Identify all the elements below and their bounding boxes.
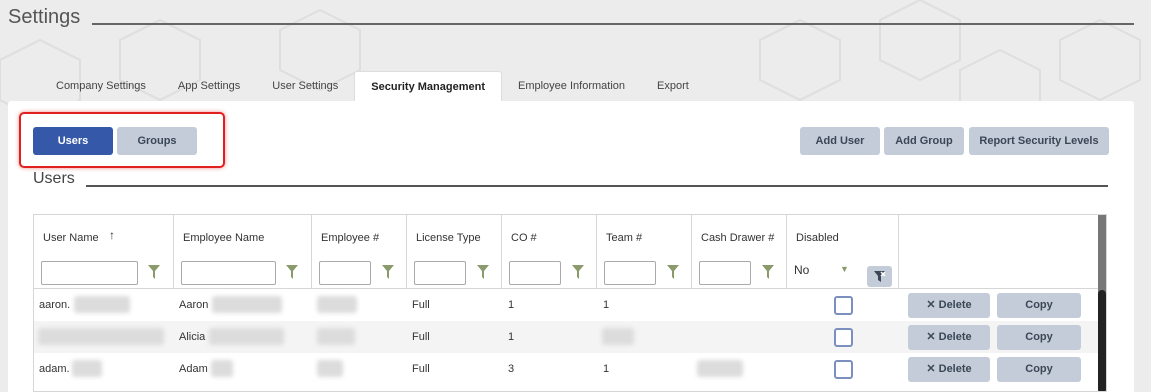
close-icon: ✕ — [926, 331, 939, 343]
disabled-checkbox[interactable] — [834, 360, 853, 379]
delete-label: Delete — [938, 363, 972, 375]
filter-icon[interactable] — [572, 265, 584, 279]
column-header-user-name[interactable]: User Name ↑ — [34, 215, 174, 288]
tab-company-settings[interactable]: Company Settings — [40, 71, 162, 102]
redacted-text — [74, 296, 130, 313]
column-label: Team # — [606, 232, 643, 244]
disabled-filter-select[interactable]: No — [794, 263, 809, 277]
disabled-checkbox[interactable] — [834, 328, 853, 347]
settings-tabs: Company Settings App Settings User Setti… — [40, 71, 705, 102]
user-name-cell: adam. — [39, 363, 70, 375]
delete-label: Delete — [938, 331, 972, 343]
filter-icon[interactable] — [667, 265, 679, 279]
employee-number-filter-input[interactable] — [319, 261, 371, 285]
close-icon: ✕ — [926, 363, 939, 375]
grid-scrollbar-thumb[interactable] — [1098, 290, 1106, 391]
filter-icon[interactable] — [148, 265, 160, 279]
cash-drawer-filter-input[interactable] — [699, 261, 751, 285]
redacted-text — [209, 328, 284, 345]
disabled-checkbox[interactable] — [834, 296, 853, 315]
copy-button[interactable]: Copy — [997, 357, 1081, 382]
redacted-text — [317, 360, 343, 377]
tab-employee-information[interactable]: Employee Information — [502, 71, 641, 102]
sort-ascending-icon[interactable]: ↑ — [109, 228, 115, 242]
column-header-cash-drawer[interactable]: Cash Drawer # — [692, 215, 787, 288]
column-header-co-number[interactable]: CO # — [502, 215, 597, 288]
column-label: User Name — [43, 232, 99, 244]
column-label: Disabled — [796, 232, 839, 244]
column-header-actions — [899, 215, 1100, 288]
table-row[interactable]: Alicia Full 1 ✕ Delete Copy — [34, 321, 1100, 353]
delete-button[interactable]: ✕ Delete — [908, 293, 990, 318]
copy-button[interactable]: Copy — [997, 325, 1081, 350]
delete-button[interactable]: ✕ Delete — [908, 325, 990, 350]
title-divider — [92, 23, 1134, 25]
section-title: Users — [33, 170, 75, 187]
table-row[interactable]: aaron. Aaron Full 1 1 ✕ Delete Copy — [34, 289, 1100, 321]
license-type-filter-input[interactable] — [414, 261, 466, 285]
column-header-employee-number[interactable]: Employee # — [312, 215, 407, 288]
co-number-filter-input[interactable] — [509, 261, 561, 285]
report-security-levels-button[interactable]: Report Security Levels — [969, 127, 1109, 155]
filter-icon[interactable] — [477, 265, 489, 279]
employee-name-cell: Adam — [179, 363, 208, 375]
team-number-filter-input[interactable] — [604, 261, 656, 285]
redacted-text — [697, 360, 743, 377]
users-grid: User Name ↑ Employee Name Employee # Lic… — [33, 214, 1107, 392]
column-header-employee-name[interactable]: Employee Name — [174, 215, 312, 288]
delete-button[interactable]: ✕ Delete — [908, 357, 990, 382]
column-label: CO # — [511, 232, 537, 244]
page-title: Settings — [8, 6, 81, 28]
column-label: Employee # — [321, 232, 380, 244]
column-header-license-type[interactable]: License Type — [407, 215, 502, 288]
section-divider — [86, 185, 1108, 187]
team-number-cell: 1 — [603, 363, 610, 375]
redacted-text — [211, 360, 233, 377]
license-cell: Full — [412, 363, 430, 375]
employee-name-cell: Alicia — [179, 331, 206, 343]
column-label: Cash Drawer # — [701, 232, 775, 244]
tab-export[interactable]: Export — [641, 71, 705, 102]
column-header-team-number[interactable]: Team # — [597, 215, 692, 288]
table-row[interactable]: adam. Adam Full 3 1 ✕ Delete Copy — [34, 353, 1100, 385]
users-toggle-button[interactable]: Users — [33, 127, 113, 155]
add-user-button[interactable]: Add User — [800, 127, 880, 155]
column-label: License Type — [416, 232, 481, 244]
close-icon: ✕ — [926, 299, 939, 311]
redacted-text — [602, 328, 634, 345]
filter-icon[interactable] — [762, 265, 774, 279]
tab-app-settings[interactable]: App Settings — [162, 71, 256, 102]
employee-name-cell: Aaron — [179, 299, 209, 311]
license-cell: Full — [412, 331, 430, 343]
co-number-cell: 1 — [508, 331, 515, 343]
redacted-text — [317, 296, 357, 313]
redacted-text — [317, 328, 355, 345]
user-name-cell: aaron. — [39, 299, 71, 311]
redacted-text — [38, 328, 164, 345]
tab-security-management[interactable]: Security Management — [354, 71, 502, 102]
column-label: Employee Name — [183, 232, 265, 244]
dropdown-arrow-icon[interactable]: ▼ — [840, 264, 849, 274]
column-header-disabled[interactable]: Disabled No ▼ — [787, 215, 899, 288]
redacted-text — [212, 296, 282, 313]
redacted-text — [72, 360, 102, 377]
license-cell: Full — [412, 299, 430, 311]
clear-filter-button[interactable] — [867, 266, 892, 287]
filter-icon[interactable] — [382, 265, 394, 279]
user-name-filter-input[interactable] — [41, 261, 138, 285]
team-number-cell: 1 — [603, 299, 610, 311]
tab-user-settings[interactable]: User Settings — [256, 71, 354, 102]
co-number-cell: 3 — [508, 363, 515, 375]
delete-label: Delete — [938, 299, 972, 311]
copy-button[interactable]: Copy — [997, 293, 1081, 318]
co-number-cell: 1 — [508, 299, 515, 311]
add-group-button[interactable]: Add Group — [884, 127, 964, 155]
filter-icon[interactable] — [286, 265, 298, 279]
clear-filter-icon — [874, 271, 886, 282]
groups-toggle-button[interactable]: Groups — [117, 127, 197, 155]
employee-name-filter-input[interactable] — [181, 261, 276, 285]
